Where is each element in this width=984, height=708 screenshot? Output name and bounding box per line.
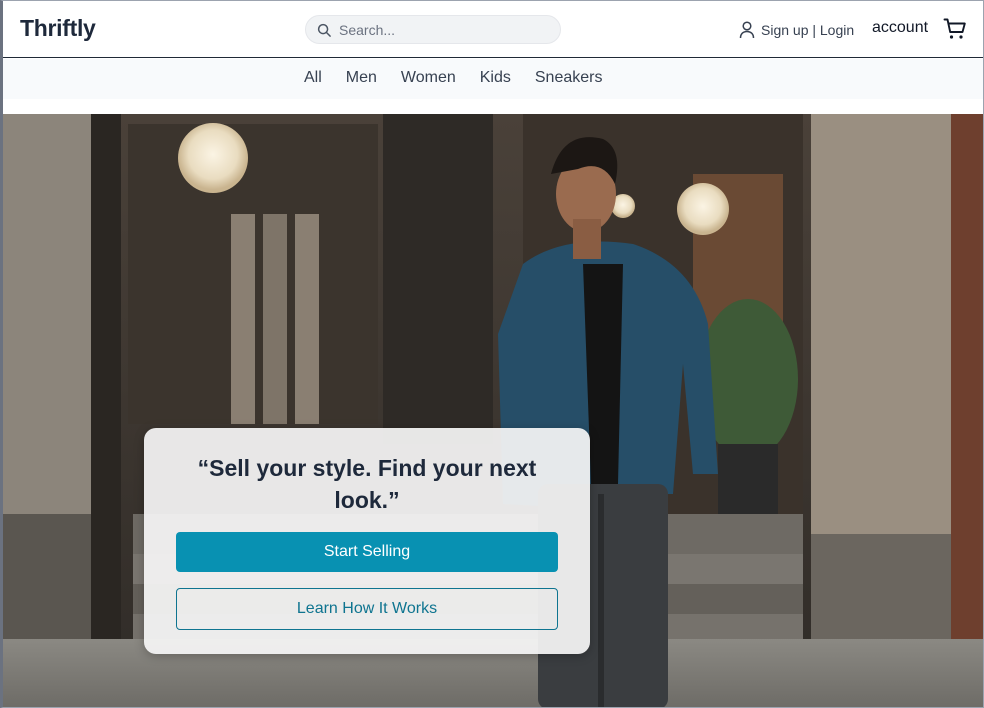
category-women[interactable]: Women (401, 69, 456, 87)
browser-viewport: Thriftly Sign up | Login account All Men (0, 0, 984, 708)
hero-section: “Sell your style. Find your next look.” … (3, 114, 983, 707)
site-logo[interactable]: Thriftly (20, 15, 96, 42)
cart-icon[interactable] (943, 17, 967, 41)
signup-login-link[interactable]: Sign up | Login (739, 20, 854, 40)
category-kids[interactable]: Kids (480, 69, 511, 87)
start-selling-button[interactable]: Start Selling (176, 532, 558, 572)
category-nav: All Men Women Kids Sneakers (3, 59, 983, 99)
search-input[interactable] (339, 20, 549, 40)
category-all[interactable]: All (304, 69, 322, 87)
category-sneakers[interactable]: Sneakers (535, 69, 603, 87)
top-header: Thriftly Sign up | Login account (3, 1, 983, 58)
nav-spacer (3, 99, 983, 114)
account-link[interactable]: account (872, 19, 928, 37)
category-men[interactable]: Men (346, 69, 377, 87)
search-bar[interactable] (305, 15, 561, 44)
signup-login-label: Sign up | Login (761, 22, 855, 38)
hero-quote: “Sell your style. Find your next look.” (197, 455, 537, 513)
hero-cta-card: “Sell your style. Find your next look.” … (144, 428, 590, 654)
user-icon (739, 21, 755, 39)
search-icon (317, 23, 331, 37)
learn-how-it-works-button[interactable]: Learn How It Works (176, 588, 558, 630)
